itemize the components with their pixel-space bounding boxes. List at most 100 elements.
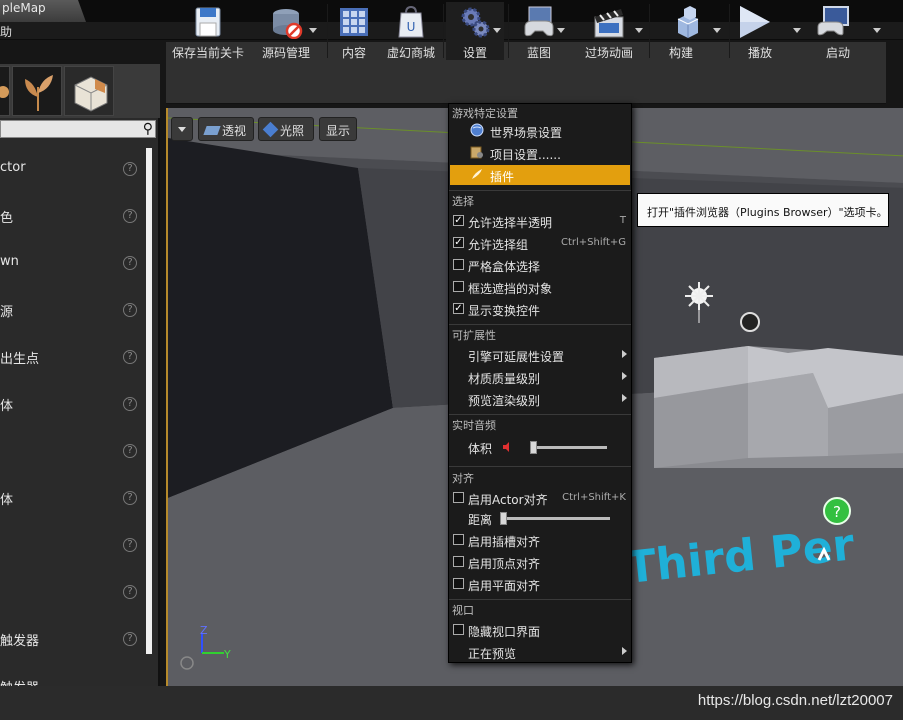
menu-help[interactable]: 助 bbox=[0, 23, 12, 40]
list-item[interactable]: 触发器? bbox=[0, 630, 145, 676]
mode-tab-place[interactable] bbox=[0, 66, 10, 116]
chevron-down-icon[interactable] bbox=[873, 28, 881, 33]
show-button[interactable]: 显示 bbox=[319, 117, 357, 141]
settings-dropdown-menu: 游戏特定设置 世界场景设置 项目设置...... 插件 选择 ✓ 允许选择半透明 T… bbox=[448, 103, 632, 663]
section-snapping: 对齐 bbox=[452, 472, 474, 485]
checkbox[interactable]: ✓ bbox=[453, 303, 464, 314]
settings-button[interactable]: 设置 bbox=[446, 2, 504, 60]
checkbox[interactable] bbox=[453, 534, 464, 545]
build-cubes-icon bbox=[677, 6, 699, 38]
floppy-disk-icon bbox=[195, 7, 221, 37]
toolbar-divider bbox=[508, 4, 509, 58]
distance-slider-handle[interactable] bbox=[500, 512, 507, 525]
menu-item-box-occluded[interactable]: 框选遮挡的对象 bbox=[450, 277, 630, 297]
section-viewport: 视口 bbox=[452, 604, 474, 617]
axis-z-label: Z bbox=[200, 624, 208, 637]
perspective-button[interactable]: 透视 bbox=[198, 117, 254, 141]
list-item[interactable]: 体? bbox=[0, 395, 145, 441]
checkbox[interactable] bbox=[453, 624, 464, 635]
toolbar-divider bbox=[327, 4, 328, 58]
list-item[interactable]: 触发器 bbox=[0, 677, 145, 686]
chevron-down-icon[interactable] bbox=[557, 28, 565, 33]
menu-item-project-settings[interactable]: 项目设置...... bbox=[450, 143, 630, 163]
volume-slider[interactable] bbox=[532, 446, 607, 449]
checkbox[interactable]: ✓ bbox=[453, 215, 464, 226]
mode-tab-foliage[interactable] bbox=[12, 66, 62, 116]
help-icon[interactable]: ? bbox=[123, 350, 137, 364]
menu-item-actor-snap[interactable]: 启用Actor对齐 Ctrl+Shift+K bbox=[450, 488, 630, 508]
menu-item-world-settings[interactable]: 世界场景设置 bbox=[450, 121, 630, 141]
help-icon[interactable]: ? bbox=[123, 491, 137, 505]
cinematics-button[interactable]: 过场动画 bbox=[572, 2, 646, 60]
distance-slider[interactable] bbox=[502, 517, 610, 520]
level-tab[interactable]: pleMap bbox=[0, 0, 86, 22]
menu-item-engine-scalability[interactable]: 引擎可延展性设置 bbox=[450, 345, 630, 365]
list-item[interactable]: wn? bbox=[0, 254, 145, 300]
content-button[interactable]: 内容 bbox=[330, 2, 378, 60]
modes-scrollbar[interactable] bbox=[146, 148, 152, 654]
help-icon[interactable]: ? bbox=[123, 444, 137, 458]
chevron-right-icon bbox=[622, 372, 627, 380]
marketplace-bag-icon: U bbox=[398, 5, 424, 38]
chevron-down-icon[interactable] bbox=[309, 28, 317, 33]
mode-tab-geometry[interactable] bbox=[64, 66, 114, 116]
list-item[interactable]: ? bbox=[0, 442, 145, 488]
help-icon[interactable]: ? bbox=[123, 397, 137, 411]
menu-item-vertex-snap[interactable]: 启用顶点对齐 bbox=[450, 552, 630, 572]
list-item[interactable]: ctor? bbox=[0, 160, 145, 206]
list-item[interactable]: 出生点? bbox=[0, 348, 145, 394]
chevron-down-icon[interactable] bbox=[493, 28, 501, 33]
help-icon[interactable]: ? bbox=[123, 303, 137, 317]
menu-item-material-quality[interactable]: 材质质量级别 bbox=[450, 367, 630, 387]
section-game-specific: 游戏特定设置 bbox=[452, 107, 518, 120]
checkbox[interactable] bbox=[453, 556, 464, 567]
viewport-options-button[interactable] bbox=[171, 117, 193, 141]
list-item[interactable]: ? bbox=[0, 583, 145, 629]
list-item[interactable]: 色? bbox=[0, 207, 145, 253]
menu-item-allow-translucent[interactable]: ✓ 允许选择半透明 T bbox=[450, 211, 630, 231]
list-item[interactable]: 源? bbox=[0, 301, 145, 347]
chevron-down-icon[interactable] bbox=[793, 28, 801, 33]
menu-item-plugins[interactable]: 插件 bbox=[450, 165, 630, 185]
menu-item-strict-box[interactable]: 严格盒体选择 bbox=[450, 255, 630, 275]
checkbox[interactable] bbox=[453, 492, 464, 503]
save-current-level-button[interactable]: 保存当前关卡 bbox=[170, 2, 246, 60]
build-button[interactable]: 构建 bbox=[652, 2, 724, 60]
mode-tabs bbox=[0, 64, 160, 118]
help-icon[interactable]: ? bbox=[123, 585, 137, 599]
help-icon[interactable]: ? bbox=[123, 256, 137, 270]
toolbar-divider bbox=[443, 4, 444, 58]
menu-item-preview-rendering[interactable]: 预览渲染级别 bbox=[450, 389, 630, 409]
menu-item-distance: 距离 bbox=[450, 508, 630, 528]
list-item[interactable]: ? bbox=[0, 536, 145, 582]
checkbox[interactable]: ✓ bbox=[453, 237, 464, 248]
menu-item-hide-viewport-ui[interactable]: 隐藏视口界面 bbox=[450, 620, 630, 640]
help-icon[interactable]: ? bbox=[123, 632, 137, 646]
chevron-down-icon[interactable] bbox=[713, 28, 721, 33]
speaker-muted-icon bbox=[503, 442, 509, 452]
checkbox[interactable] bbox=[453, 259, 464, 270]
menu-item-previewing[interactable]: 正在预览 bbox=[450, 642, 630, 662]
modes-search-input[interactable]: ⚲ bbox=[0, 120, 156, 138]
checkbox[interactable] bbox=[453, 281, 464, 292]
chevron-down-icon[interactable] bbox=[635, 28, 643, 33]
section-selection: 选择 bbox=[452, 195, 474, 208]
launch-button[interactable]: 启动 bbox=[806, 2, 884, 60]
menu-item-plane-snap[interactable]: 启用平面对齐 bbox=[450, 574, 630, 594]
launch-monitor-icon bbox=[817, 6, 849, 36]
menu-item-show-transform[interactable]: ✓ 显示变换控件 bbox=[450, 299, 630, 319]
watermark-text: https://blog.csdn.net/lzt20007 bbox=[697, 692, 893, 709]
list-item[interactable]: 体? bbox=[0, 489, 145, 535]
help-icon[interactable]: ? bbox=[123, 209, 137, 223]
lit-mode-button[interactable]: 光照 bbox=[258, 117, 314, 141]
help-icon[interactable]: ? bbox=[123, 538, 137, 552]
menu-item-socket-snap[interactable]: 启用插槽对齐 bbox=[450, 530, 630, 550]
volume-slider-handle[interactable] bbox=[530, 441, 537, 454]
source-control-button[interactable]: 源码管理 bbox=[252, 2, 320, 60]
blueprints-button[interactable]: 蓝图 bbox=[510, 2, 568, 60]
menu-item-allow-group[interactable]: ✓ 允许选择组 Ctrl+Shift+G bbox=[450, 233, 630, 253]
checkbox[interactable] bbox=[453, 578, 464, 589]
svg-text:U: U bbox=[407, 20, 416, 34]
marketplace-button[interactable]: U 虚幻商城 bbox=[384, 2, 438, 60]
help-icon[interactable]: ? bbox=[123, 162, 137, 176]
